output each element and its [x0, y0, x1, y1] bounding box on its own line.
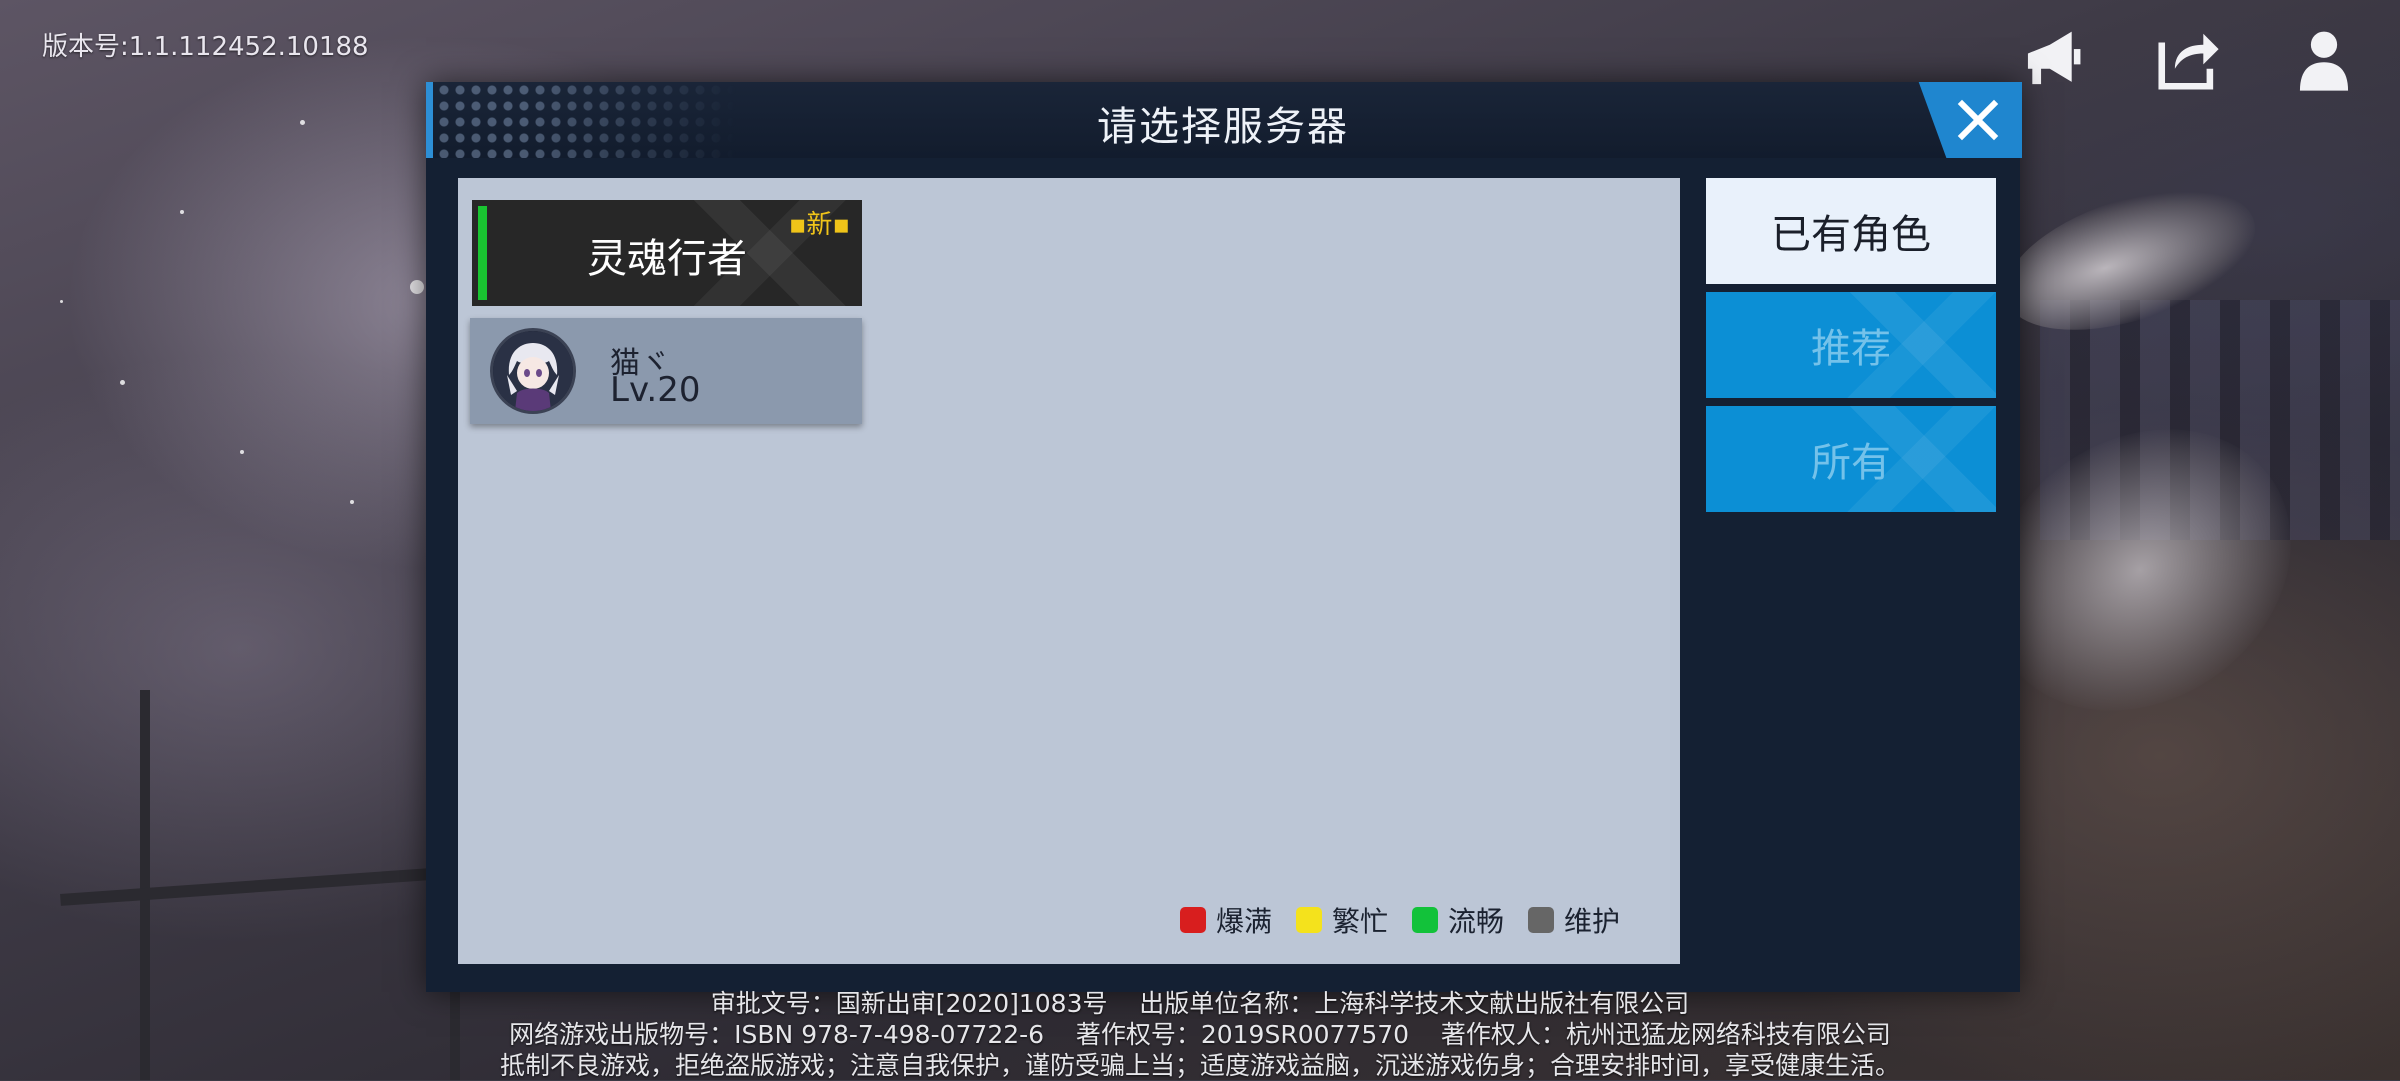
- megaphone-icon: [2027, 31, 2081, 85]
- footer-line-publication: 网络游戏出版物号：ISBN 978-7-498-07722-6 著作权号：201…: [509, 1020, 1891, 1049]
- announcement-button[interactable]: [2012, 20, 2092, 100]
- tab-label: 已有角色: [1771, 212, 1931, 258]
- tab-all[interactable]: 所有: [1706, 406, 1996, 512]
- legend-label: 爆满: [1215, 905, 1272, 938]
- share-icon: [2158, 33, 2219, 90]
- dialog-title: 请选择服务器: [1097, 104, 1349, 150]
- character-item[interactable]: 猫ヾ Lv.20: [470, 318, 862, 424]
- legend-swatch-yellow: [1295, 907, 1322, 933]
- status-legend: 爆满 繁忙 流畅 维护: [1179, 900, 1620, 940]
- legend-swatch-green: [1411, 907, 1438, 933]
- legend-label: 流畅: [1447, 905, 1504, 938]
- server-list-panel: 灵魂行者 ▪新▪ 猫ヾ Lv.20 爆满 繁忙 流畅 维护: [458, 178, 1680, 964]
- star: [60, 300, 63, 303]
- avatar: [490, 328, 576, 414]
- legend-label: 维护: [1563, 905, 1620, 938]
- legend-swatch-red: [1179, 907, 1206, 933]
- dialog-header: 请选择服务器: [426, 82, 2022, 158]
- star: [350, 500, 354, 504]
- star: [410, 280, 424, 294]
- share-button[interactable]: [2148, 20, 2228, 100]
- account-button[interactable]: [2284, 20, 2364, 100]
- version-label: 版本号:1.1.112452.10188: [42, 32, 369, 62]
- tab-label: 推荐: [1811, 326, 1891, 372]
- close-icon: [1957, 99, 1999, 141]
- star: [240, 450, 244, 454]
- legend-item-busy: 繁忙: [1295, 900, 1388, 940]
- character-portrait-icon: [493, 331, 573, 411]
- tab-label: 所有: [1811, 440, 1891, 486]
- star: [300, 120, 305, 125]
- legal-footer: 审批文号：国新出审[2020]1083号 出版单位名称：上海科学技术文献出版社有…: [0, 988, 2400, 1081]
- user-icon: [2299, 31, 2349, 91]
- legend-item-maintenance: 维护: [1527, 900, 1620, 940]
- footer-line-approval: 审批文号：国新出审[2020]1083号 出版单位名称：上海科学技术文献出版社有…: [710, 989, 1690, 1018]
- character-level: Lv.20: [610, 370, 701, 410]
- footer-line-health-notice: 抵制不良游戏，拒绝盗版游戏；注意自我保护，谨防受骗上当；适度游戏益脑，沉迷游戏伤…: [499, 1051, 1900, 1080]
- new-badge: ▪新▪: [788, 210, 850, 240]
- tab-recommended[interactable]: 推荐: [1706, 292, 1996, 398]
- server-select-dialog: 请选择服务器 灵魂行者 ▪新▪ 猫ヾ Lv.20 爆满 繁忙 流畅 维护 已有角…: [426, 82, 2022, 992]
- legend-item-smooth: 流畅: [1411, 900, 1504, 940]
- legend-swatch-gray: [1527, 907, 1554, 933]
- star: [180, 210, 184, 214]
- server-item[interactable]: 灵魂行者 ▪新▪: [472, 200, 862, 306]
- star: [120, 380, 125, 385]
- tab-existing-characters[interactable]: 已有角色: [1706, 178, 1996, 284]
- legend-item-full: 爆满: [1179, 900, 1272, 940]
- legend-label: 繁忙: [1331, 905, 1388, 938]
